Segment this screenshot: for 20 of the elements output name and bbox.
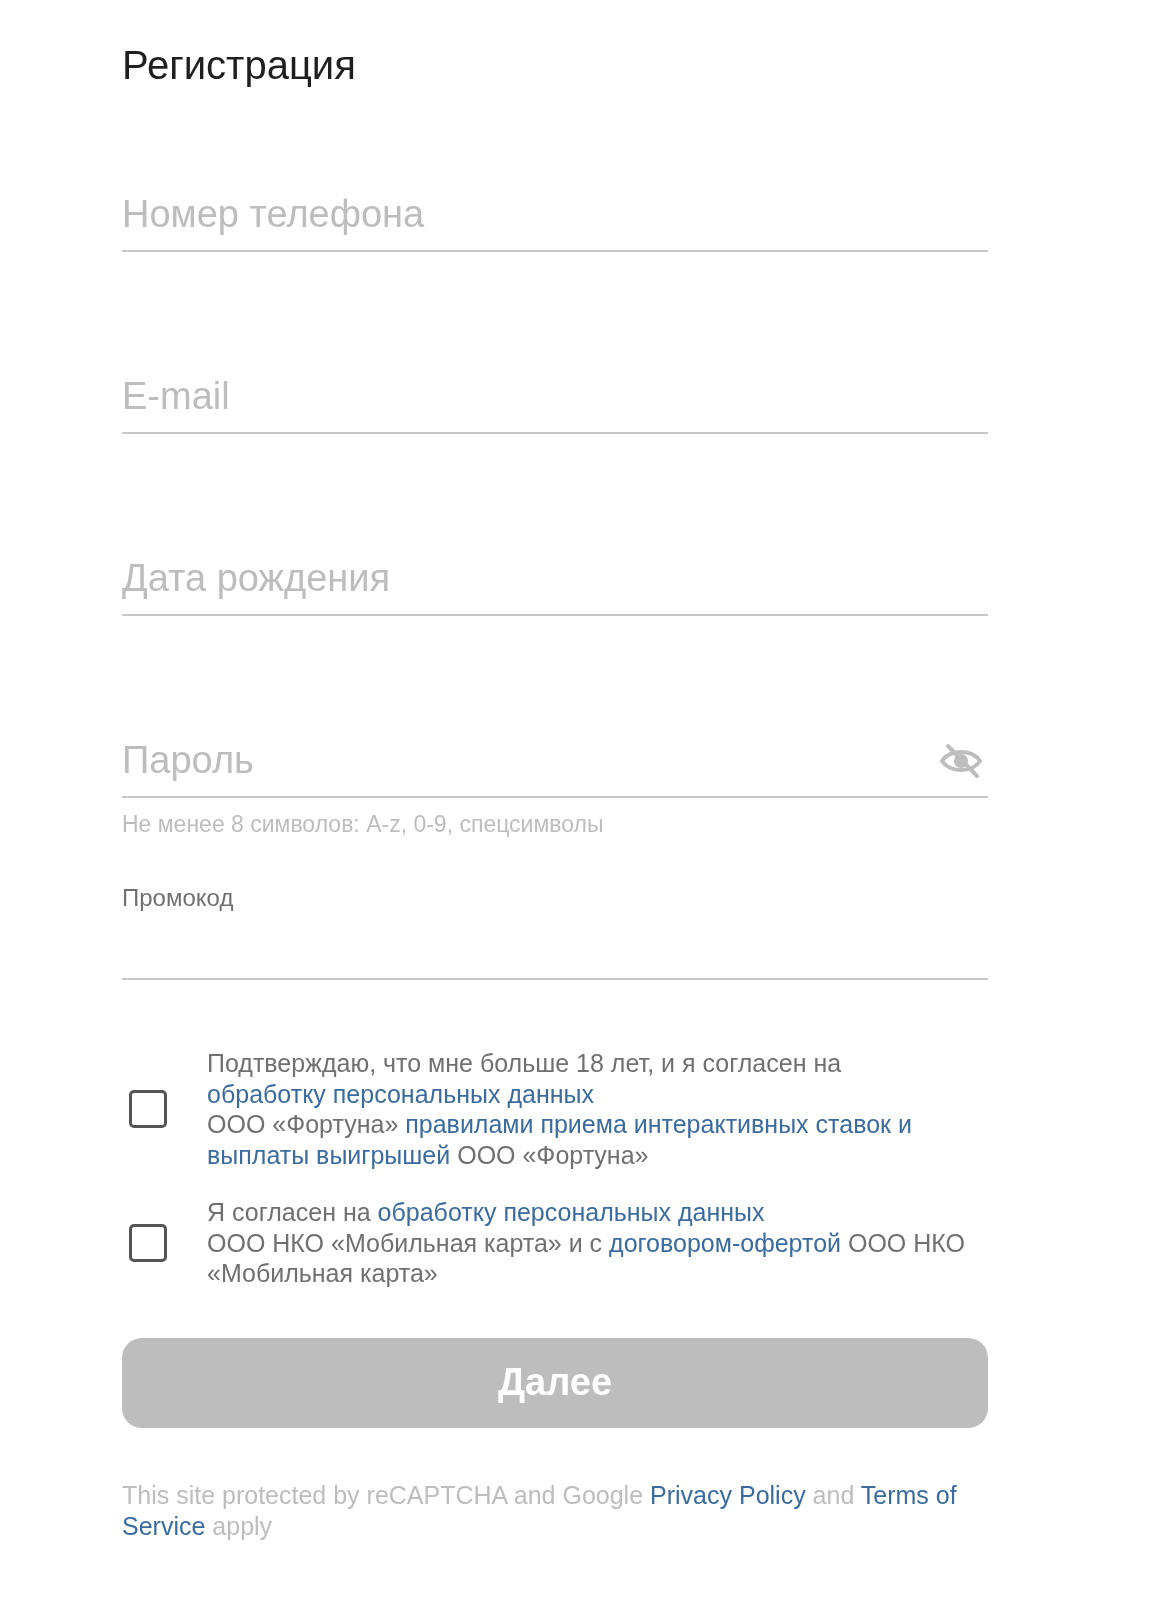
input-field[interactable]: Номер телефона	[122, 190, 988, 252]
text-link[interactable]: договором-офертой	[609, 1228, 841, 1257]
field-label: Промокод	[122, 885, 234, 911]
recaptcha-notice: This site protected by reCAPTCHA and Google Privacy Policy and Terms of Service apply	[122, 1479, 958, 1542]
checkbox[interactable]	[129, 1223, 167, 1262]
input-field[interactable]: Дата рождения	[122, 554, 988, 616]
password-field[interactable]: Пароль	[122, 736, 988, 798]
text-link[interactable]: Service	[122, 1511, 206, 1540]
text-link[interactable]: правилами приема интерактивных ставок и	[405, 1110, 912, 1138]
text-link[interactable]: Terms of	[860, 1480, 957, 1509]
text-link[interactable]: выплаты выигрышей	[207, 1140, 451, 1169]
text-link[interactable]: обработку персональных данных	[207, 1079, 594, 1108]
page-title: Регистрация	[122, 42, 356, 88]
consent-text: Я согласен на обработку персональных данных ООО НКО «Мобильная карта» и с договором-офертой ООО НКО «Мобильная карта»	[207, 1197, 966, 1289]
text-link[interactable]: Privacy Policy	[650, 1480, 806, 1509]
checkbox[interactable]	[129, 1090, 167, 1128]
input-field[interactable]: E-mail	[122, 372, 988, 434]
consent-text: Подтверждаю, что мне больше 18 лет, и я согласен на обработку персональных данных ООО «Фортуна» правилами приема интерактивных ставок и выплаты выигрышей ООО «Фортуна»	[207, 1048, 912, 1170]
text-link[interactable]: обработку персональных данных	[377, 1198, 765, 1226]
password-hint: Не менее 8 символов: A-z, 0-9, спецсимволы	[122, 812, 604, 836]
